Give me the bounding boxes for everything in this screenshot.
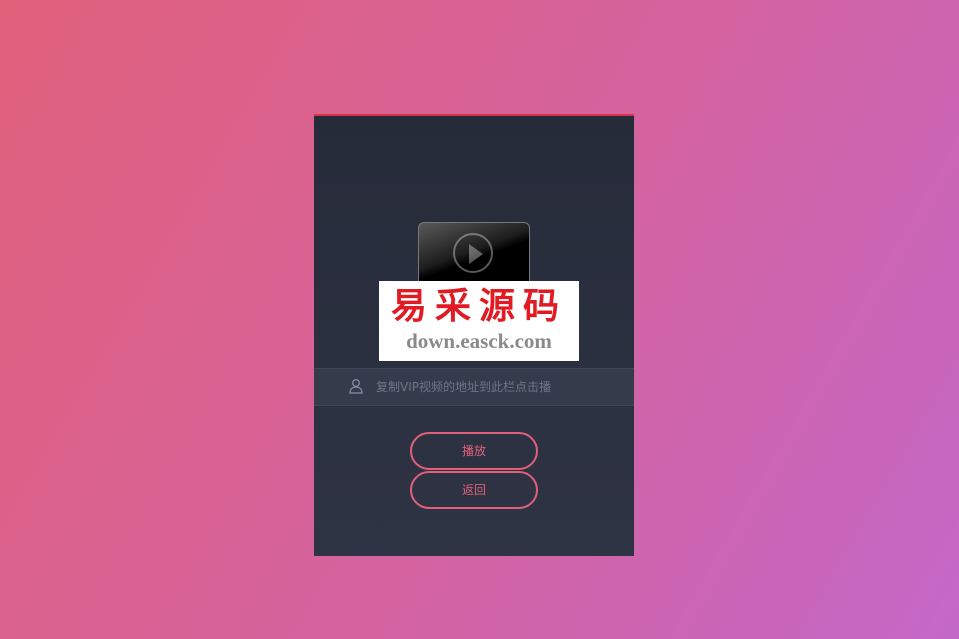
back-button[interactable]: 返回 (410, 471, 538, 509)
player-card: 易采源码 down.easck.com 播放 返回 (314, 114, 634, 556)
user-icon (348, 378, 364, 394)
watermark-url: down.easck.com (406, 329, 552, 353)
play-icon (453, 233, 493, 273)
watermark-logo: 易采源码 down.easck.com (379, 281, 579, 361)
watermark-title: 易采源码 (390, 285, 567, 327)
url-input-row (314, 368, 634, 406)
video-thumbnail (418, 222, 530, 288)
play-button[interactable]: 播放 (410, 432, 538, 470)
video-url-input[interactable] (376, 375, 616, 399)
